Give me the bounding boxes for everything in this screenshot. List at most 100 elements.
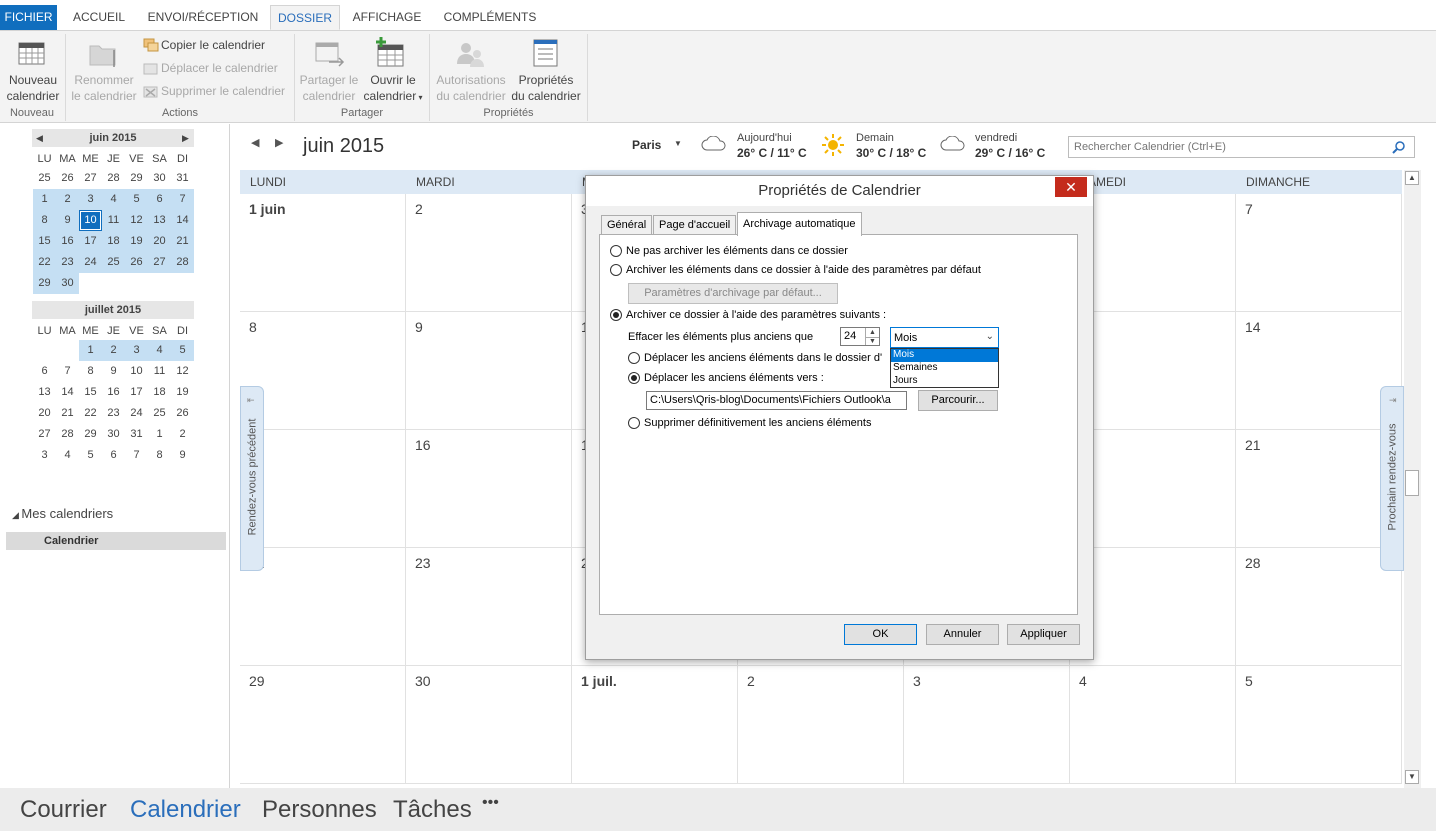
prev-month-icon[interactable]: ◀: [251, 136, 259, 149]
mini-day[interactable]: 3: [79, 189, 102, 210]
mini-day[interactable]: 17: [125, 382, 148, 403]
option-jours[interactable]: Jours: [891, 375, 998, 388]
mini-day[interactable]: 25: [148, 403, 171, 424]
tab-affichage[interactable]: AFFICHAGE: [346, 5, 428, 30]
city-dropdown-icon[interactable]: ▼: [674, 139, 682, 148]
mini-day[interactable]: 15: [33, 231, 56, 252]
option-mois[interactable]: Mois: [891, 349, 998, 362]
radio-delete-permanently[interactable]: [628, 417, 640, 429]
next-month-icon[interactable]: ▶: [275, 136, 283, 149]
scroll-thumb[interactable]: [1405, 470, 1419, 496]
search-icon[interactable]: [1392, 140, 1406, 154]
move-calendar-button[interactable]: Déplacer le calendrier: [161, 61, 278, 75]
mini-day[interactable]: 26: [171, 403, 194, 424]
weather-city[interactable]: Paris: [632, 138, 661, 152]
mini-prev-month-icon[interactable]: ◀: [36, 129, 43, 147]
mini-day[interactable]: 27: [148, 252, 171, 273]
mini-day[interactable]: 15: [79, 382, 102, 403]
day-cell[interactable]: 1 juil.: [572, 666, 738, 784]
day-cell[interactable]: 7: [1236, 194, 1402, 312]
mini-day[interactable]: 24: [125, 403, 148, 424]
rename-calendar-button[interactable]: Renommer le calendrier: [68, 72, 140, 104]
mini-day[interactable]: 6: [148, 189, 171, 210]
mini-day[interactable]: 13: [148, 210, 171, 231]
mini-day[interactable]: 18: [148, 382, 171, 403]
mini-day[interactable]: 19: [125, 231, 148, 252]
day-cell[interactable]: 1 juin: [240, 194, 406, 312]
mini-day[interactable]: 29: [33, 273, 56, 294]
mini-day[interactable]: 29: [125, 168, 148, 189]
copy-calendar-button[interactable]: Copier le calendrier: [161, 38, 265, 52]
radio-move-default[interactable]: [628, 352, 640, 364]
day-cell[interactable]: 20: [1070, 430, 1236, 548]
mini-day[interactable]: 21: [171, 231, 194, 252]
nav-calendrier[interactable]: Calendrier: [130, 796, 241, 824]
mini-day[interactable]: 26: [125, 252, 148, 273]
option-semaines[interactable]: Semaines: [891, 362, 998, 375]
mini-day[interactable]: 21: [56, 403, 79, 424]
mini-day[interactable]: 2: [102, 340, 125, 361]
mini-day[interactable]: 1: [148, 424, 171, 445]
mini-day[interactable]: 28: [56, 424, 79, 445]
scroll-down-icon[interactable]: ▼: [1405, 770, 1419, 784]
delete-calendar-button[interactable]: Supprimer le calendrier: [161, 84, 285, 98]
mini-day[interactable]: 8: [33, 210, 56, 231]
new-calendar-button[interactable]: Nouveau calendrier: [2, 72, 64, 104]
mini-day[interactable]: 13: [33, 382, 56, 403]
mini-day[interactable]: 30: [148, 168, 171, 189]
day-cell[interactable]: 16: [406, 430, 572, 548]
tab-complements[interactable]: COMPLÉMENTS: [436, 5, 544, 30]
nav-personnes[interactable]: Personnes: [262, 796, 377, 824]
mini-day[interactable]: 9: [171, 445, 194, 466]
day-cell[interactable]: 2: [406, 194, 572, 312]
day-cell[interactable]: 29: [240, 666, 406, 784]
calendar-folder-item[interactable]: Calendrier: [6, 532, 226, 550]
mini-day[interactable]: 4: [148, 340, 171, 361]
mini-day[interactable]: 4: [102, 189, 125, 210]
mini-day[interactable]: 4: [56, 445, 79, 466]
mini-day[interactable]: 11: [148, 361, 171, 382]
mini-day[interactable]: 3: [125, 340, 148, 361]
mini-day[interactable]: 31: [171, 168, 194, 189]
day-cell[interactable]: 22: [240, 548, 406, 666]
browse-button[interactable]: Parcourir...: [918, 390, 998, 411]
mini-day[interactable]: 11: [102, 210, 125, 231]
mini-day[interactable]: 12: [171, 361, 194, 382]
mini-day[interactable]: 14: [56, 382, 79, 403]
day-cell[interactable]: 6: [1070, 194, 1236, 312]
mini-day[interactable]: 7: [56, 361, 79, 382]
day-cell[interactable]: 2: [738, 666, 904, 784]
mini-day[interactable]: 30: [56, 273, 79, 294]
tab-auto-archive[interactable]: Archivage automatique: [737, 212, 862, 236]
day-cell[interactable]: 15: [240, 430, 406, 548]
nav-more[interactable]: •••: [482, 794, 499, 812]
next-appointment-tab[interactable]: ⇥ Prochain rendez-vous: [1380, 386, 1404, 571]
day-cell[interactable]: 28: [1236, 548, 1402, 666]
mini-day[interactable]: 8: [79, 361, 102, 382]
open-calendar-button[interactable]: Ouvrir le calendrier ▾: [360, 72, 426, 106]
day-cell[interactable]: 23: [406, 548, 572, 666]
mini-next-month-icon[interactable]: ▶: [182, 129, 189, 147]
ok-button[interactable]: OK: [844, 624, 917, 645]
nav-taches[interactable]: Tâches: [393, 796, 472, 824]
tab-envoi-reception[interactable]: ENVOI/RÉCEPTION: [141, 5, 265, 30]
mini-day[interactable]: 27: [33, 424, 56, 445]
tab-accueil[interactable]: ACCUEIL: [66, 5, 132, 30]
apply-button[interactable]: Appliquer: [1007, 624, 1080, 645]
radio-default-archive[interactable]: [610, 264, 622, 276]
mini-day[interactable]: 7: [125, 445, 148, 466]
mini-day[interactable]: 27: [79, 168, 102, 189]
permissions-button[interactable]: Autorisations du calendrier: [432, 72, 510, 104]
cancel-button[interactable]: Annuler: [926, 624, 999, 645]
mini-day[interactable]: 23: [56, 252, 79, 273]
mini-day[interactable]: 14: [171, 210, 194, 231]
mini-day[interactable]: 5: [79, 445, 102, 466]
share-calendar-button[interactable]: Partager le calendrier: [298, 72, 360, 104]
previous-appointment-tab[interactable]: ⇤ Rendez-vous précédent: [240, 386, 264, 571]
properties-button[interactable]: Propriétés du calendrier: [510, 72, 582, 104]
search-input[interactable]: [1069, 137, 1379, 157]
mini-day[interactable]: 8: [148, 445, 171, 466]
mini-day[interactable]: 2: [171, 424, 194, 445]
vertical-scrollbar[interactable]: ▲ ▼: [1404, 170, 1421, 788]
mini-day[interactable]: 29: [79, 424, 102, 445]
